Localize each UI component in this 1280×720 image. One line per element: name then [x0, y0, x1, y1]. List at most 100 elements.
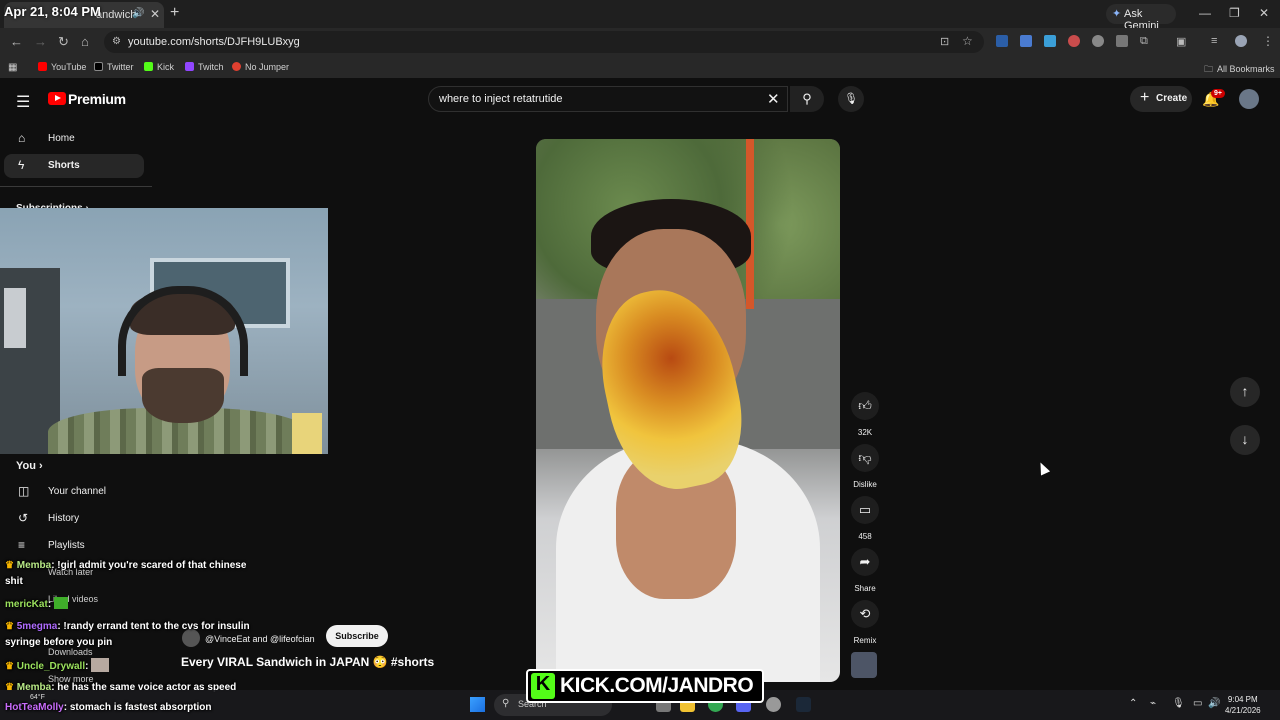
- bookmark-kick[interactable]: Kick: [144, 62, 174, 72]
- all-bookmarks[interactable]: 🗀 All Bookmarks: [1204, 62, 1275, 78]
- display-icon[interactable]: ▭: [1193, 698, 1202, 709]
- site-info-icon[interactable]: ⚙: [112, 36, 121, 47]
- emote-icon: [91, 658, 110, 672]
- side-panel-icon[interactable]: ▣: [1176, 35, 1186, 48]
- volume-icon[interactable]: 🔊: [1208, 698, 1220, 709]
- obs-icon[interactable]: [766, 697, 781, 712]
- chat-message: mericKat:: [5, 597, 68, 610]
- crown-icon: ♛: [5, 560, 14, 571]
- sidebar-item-downloads[interactable]: Downloads: [48, 647, 93, 657]
- bookmark-youtube[interactable]: YouTube: [38, 62, 86, 72]
- speaker-icon[interactable]: 🔊: [132, 8, 144, 19]
- extension-icon[interactable]: [1092, 35, 1104, 47]
- youtube-icon: [38, 62, 47, 71]
- weather-widget[interactable]: 64°F: [30, 694, 45, 701]
- install-app-icon[interactable]: ⊡: [940, 35, 949, 48]
- share-button[interactable]: ➦ Share: [850, 548, 880, 593]
- bookmark-no-jumper[interactable]: No Jumper: [232, 62, 289, 72]
- crown-icon: ♛: [5, 621, 14, 632]
- media-controls-icon[interactable]: ≡: [1211, 35, 1217, 47]
- extension-icon[interactable]: [1020, 35, 1032, 47]
- like-count: 32K: [857, 428, 873, 437]
- extension-icon[interactable]: [1068, 35, 1080, 47]
- steam-icon[interactable]: [796, 697, 811, 712]
- chrome-menu-icon[interactable]: ⋮: [1262, 34, 1274, 48]
- bookmark-star-icon[interactable]: ☆: [962, 34, 973, 48]
- home-icon[interactable]: ⌂: [81, 34, 89, 49]
- subscribe-button[interactable]: Subscribe: [326, 625, 388, 647]
- new-tab-icon[interactable]: +: [170, 4, 179, 22]
- search-input-value[interactable]: where to inject retatrutide: [439, 93, 563, 105]
- bookmark-twitter[interactable]: Twitter: [94, 62, 134, 72]
- arrow-up-icon: ↑: [1241, 383, 1249, 399]
- ask-gemini-button[interactable]: ✦ Ask Gemini: [1106, 4, 1176, 32]
- clear-search-icon[interactable]: ✕: [767, 90, 780, 108]
- extension-icon[interactable]: [1044, 35, 1056, 47]
- url-text[interactable]: youtube.com/shorts/DJFH9LUBxyg: [128, 36, 300, 48]
- gemini-icon: ✦: [1112, 8, 1122, 20]
- create-button[interactable]: + Create: [1130, 86, 1192, 112]
- sidebar-item-history[interactable]: ↺ History: [0, 507, 150, 531]
- microphone-icon: 🎙: [844, 93, 858, 105]
- kick-icon: [144, 62, 153, 71]
- apps-grid-icon[interactable]: ▦: [8, 62, 17, 73]
- short-title: Every VIRAL Sandwich in JAPAN 😳 #shorts: [181, 655, 435, 669]
- next-short-button[interactable]: ↓: [1230, 425, 1260, 455]
- close-window-icon[interactable]: ✕: [1259, 6, 1269, 20]
- forward-icon[interactable]: →: [34, 34, 47, 49]
- extension-icon[interactable]: [1116, 35, 1128, 47]
- remix-label: Remix: [853, 636, 877, 645]
- previous-short-button[interactable]: ↑: [1230, 377, 1260, 407]
- bookmark-twitch[interactable]: Twitch: [185, 62, 224, 72]
- youtube-logo-icon[interactable]: [48, 92, 66, 105]
- search-button[interactable]: ⚲: [790, 86, 824, 112]
- reload-icon[interactable]: ↻: [58, 34, 69, 50]
- x-icon: [94, 62, 103, 71]
- taskbar-clock[interactable]: 9:04 PM 4/21/2026: [1225, 694, 1261, 716]
- restore-icon[interactable]: ❐: [1229, 6, 1240, 20]
- tray-overflow-icon[interactable]: ⌃: [1129, 698, 1137, 709]
- comment-icon: ▭: [851, 496, 879, 524]
- profile-avatar[interactable]: [1235, 35, 1247, 47]
- sidebar-item-playlists[interactable]: ≡ Playlists: [0, 534, 150, 558]
- voice-search-button[interactable]: 🎙: [838, 86, 864, 112]
- minimize-icon[interactable]: —: [1199, 6, 1211, 20]
- like-button[interactable]: 👍︎ 32K: [850, 392, 880, 437]
- comments-button[interactable]: ▭ 458: [850, 496, 880, 541]
- thumbs-down-icon: 👎︎: [851, 444, 879, 472]
- tab-close-icon[interactable]: ✕: [150, 7, 160, 21]
- youtube-premium-logo[interactable]: Premium: [68, 91, 126, 107]
- dislike-label: Dislike: [853, 480, 877, 489]
- microphone-icon[interactable]: 🎙: [1172, 698, 1185, 709]
- short-video-player[interactable]: [536, 139, 840, 682]
- history-icon: ↺: [18, 511, 29, 525]
- user-icon: ◫: [18, 484, 30, 498]
- tab-title: andwich: [96, 9, 137, 21]
- network-icon[interactable]: ⌁: [1150, 698, 1156, 709]
- playlist-icon: ≡: [18, 538, 26, 552]
- sidebar-item-home[interactable]: ⌂ Home: [0, 127, 150, 151]
- chat-message: shit: [5, 576, 23, 587]
- windows-start-icon[interactable]: [470, 697, 485, 712]
- account-avatar[interactable]: [1239, 89, 1259, 109]
- share-arrow-icon: ➦: [851, 548, 879, 576]
- hamburger-menu-icon[interactable]: ☰: [16, 92, 30, 112]
- home-icon: ⌂: [18, 131, 26, 145]
- sidebar-item-shorts[interactable]: ϟ Shorts: [4, 154, 144, 178]
- search-icon: ⚲: [502, 698, 510, 709]
- back-icon[interactable]: ←: [10, 34, 23, 49]
- folder-icon: 🗀: [1204, 64, 1214, 74]
- plus-icon: +: [1140, 89, 1150, 106]
- dislike-button[interactable]: 👎︎ Dislike: [850, 444, 880, 489]
- remix-button[interactable]: ⟲ Remix: [850, 600, 880, 645]
- arrow-down-icon: ↓: [1241, 431, 1249, 447]
- chat-message: syringe before you pin: [5, 637, 113, 648]
- audio-source-thumbnail[interactable]: [851, 652, 877, 678]
- remix-icon: ⟲: [851, 600, 879, 628]
- extension-icon[interactable]: [996, 35, 1008, 47]
- chat-message: ♛ 5megma: !randy errand tent to the cvs …: [5, 621, 250, 632]
- no-jumper-icon: [232, 62, 241, 71]
- sidebar-you[interactable]: You ›: [16, 460, 43, 472]
- extensions-puzzle-icon[interactable]: ⧉: [1140, 35, 1148, 48]
- sidebar-item-your-channel[interactable]: ◫ Your channel: [0, 480, 150, 504]
